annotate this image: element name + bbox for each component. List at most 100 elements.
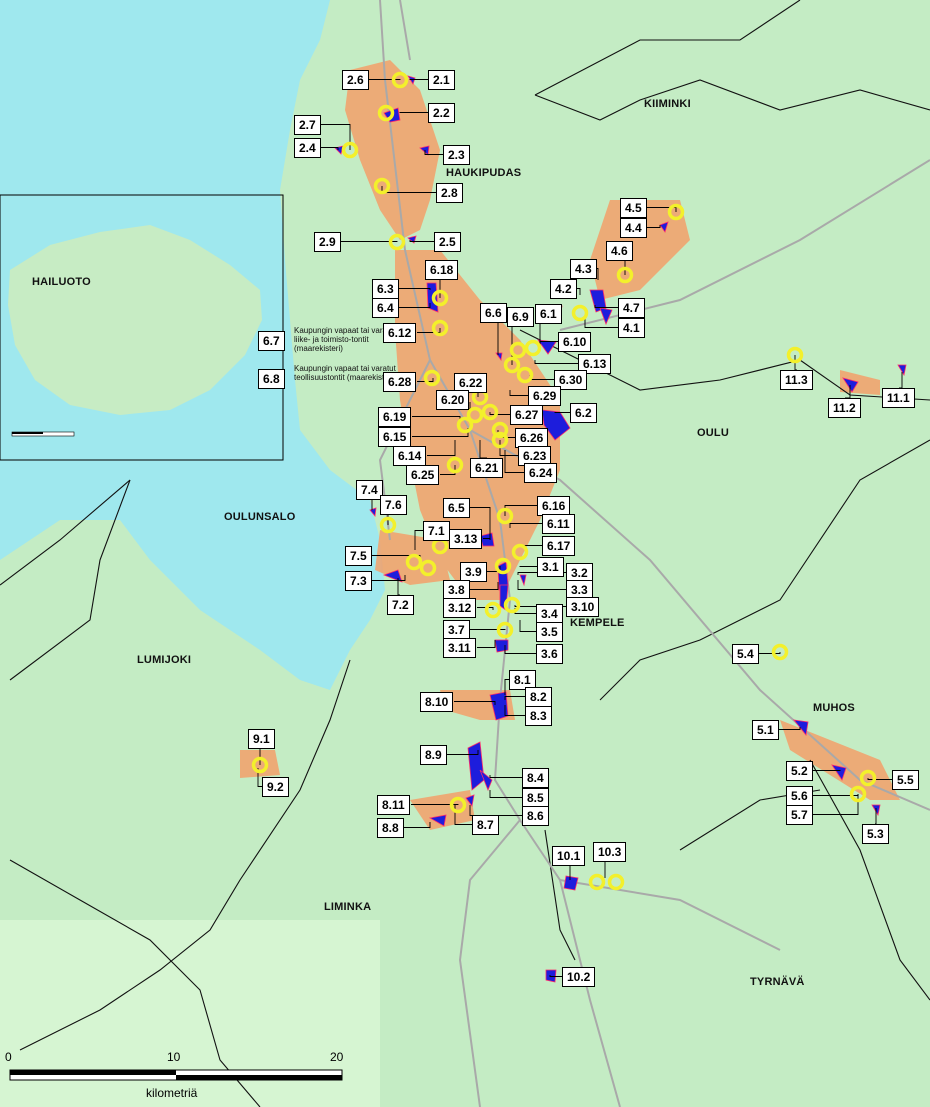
site-label-11-3[interactable]: 11.3 xyxy=(780,370,813,390)
plot-polygon[interactable] xyxy=(563,875,579,891)
label-tyrnava: TYRNÄVÄ xyxy=(750,976,805,988)
site-label-8-6[interactable]: 8.6 xyxy=(522,806,549,826)
site-label-4-2[interactable]: 4.2 xyxy=(550,279,577,299)
site-label-5-3[interactable]: 5.3 xyxy=(862,824,889,844)
legend-code-industrial: 6.8 xyxy=(258,369,285,389)
site-label-6-5[interactable]: 6.5 xyxy=(443,498,470,518)
label-kempele: KEMPELE xyxy=(570,617,625,629)
site-label-6-6[interactable]: 6.6 xyxy=(480,303,507,323)
legend-code-commercial: 6.7 xyxy=(258,331,285,351)
site-label-2-1[interactable]: 2.1 xyxy=(428,70,455,90)
label-oulunsalo: OULUNSALO xyxy=(224,511,296,523)
site-label-3-11[interactable]: 3.11 xyxy=(443,638,476,658)
plot-polygon[interactable] xyxy=(545,969,557,983)
site-label-10-3[interactable]: 10.3 xyxy=(593,842,627,862)
site-label-2-7[interactable]: 2.7 xyxy=(294,115,321,135)
site-label-7-2[interactable]: 7.2 xyxy=(387,595,414,615)
leader-line xyxy=(399,112,428,113)
site-label-4-3[interactable]: 4.3 xyxy=(570,259,597,279)
site-label-4-5[interactable]: 4.5 xyxy=(620,198,647,218)
label-hailuoto: HAILUOTO xyxy=(32,276,91,288)
site-label-2-3[interactable]: 2.3 xyxy=(443,145,470,165)
site-label-6-19[interactable]: 6.19 xyxy=(378,407,412,427)
site-label-7-5[interactable]: 7.5 xyxy=(345,546,372,566)
site-label-6-4[interactable]: 6.4 xyxy=(372,298,399,318)
site-label-7-4[interactable]: 7.4 xyxy=(356,480,383,500)
site-label-10-2[interactable]: 10.2 xyxy=(562,967,596,987)
site-label-5-2[interactable]: 5.2 xyxy=(786,761,813,781)
site-label-2-6[interactable]: 2.6 xyxy=(342,70,369,90)
site-label-8-11[interactable]: 8.11 xyxy=(377,795,410,815)
site-label-3-1[interactable]: 3.1 xyxy=(537,557,564,577)
site-label-6-24[interactable]: 6.24 xyxy=(524,463,558,483)
site-label-8-2[interactable]: 8.2 xyxy=(525,687,552,707)
site-label-2-4[interactable]: 2.4 xyxy=(294,138,321,158)
site-label-6-9[interactable]: 6.9 xyxy=(507,307,534,327)
site-label-9-2[interactable]: 9.2 xyxy=(262,777,289,797)
site-label-5-5[interactable]: 5.5 xyxy=(892,770,919,790)
site-label-6-26[interactable]: 6.26 xyxy=(515,428,549,448)
leader-line xyxy=(519,566,537,567)
site-label-6-20[interactable]: 6.20 xyxy=(436,390,470,410)
label-liminka: LIMINKA xyxy=(324,901,372,913)
site-label-6-21[interactable]: 6.21 xyxy=(470,458,504,478)
site-label-8-3[interactable]: 8.3 xyxy=(525,706,552,726)
site-label-2-9[interactable]: 2.9 xyxy=(314,232,341,252)
site-label-4-1[interactable]: 4.1 xyxy=(618,318,645,338)
site-label-3-7[interactable]: 3.7 xyxy=(443,620,470,640)
site-label-5-1[interactable]: 5.1 xyxy=(752,720,779,740)
site-label-8-10[interactable]: 8.10 xyxy=(420,692,454,712)
scale-tick-10: 10 xyxy=(167,1050,181,1064)
site-label-6-10[interactable]: 6.10 xyxy=(558,332,592,352)
site-label-6-16[interactable]: 6.16 xyxy=(537,496,571,516)
site-label-3-4[interactable]: 3.4 xyxy=(536,604,563,624)
label-haukipudas: HAUKIPUDAS xyxy=(446,167,522,179)
leader-line xyxy=(812,770,841,771)
leader-line xyxy=(409,79,428,80)
site-label-6-29[interactable]: 6.29 xyxy=(528,386,562,406)
label-muhos: MUHOS xyxy=(813,702,855,714)
site-label-8-4[interactable]: 8.4 xyxy=(522,768,549,788)
site-label-8-8[interactable]: 8.8 xyxy=(377,818,404,838)
site-label-6-3[interactable]: 6.3 xyxy=(372,279,399,299)
site-label-5-6[interactable]: 5.6 xyxy=(786,786,813,806)
site-label-4-6[interactable]: 4.6 xyxy=(606,241,633,261)
plot-polygon[interactable] xyxy=(494,639,509,653)
site-label-11-2[interactable]: 11.2 xyxy=(828,398,861,418)
site-label-3-5[interactable]: 3.5 xyxy=(536,622,563,642)
site-label-6-27[interactable]: 6.27 xyxy=(510,405,544,425)
site-label-6-25[interactable]: 6.25 xyxy=(406,465,440,485)
site-label-7-6[interactable]: 7.6 xyxy=(380,495,407,515)
site-label-7-1[interactable]: 7.1 xyxy=(423,521,450,541)
site-label-7-3[interactable]: 7.3 xyxy=(345,571,372,591)
site-label-5-7[interactable]: 5.7 xyxy=(786,805,813,825)
site-label-6-11[interactable]: 6.11 xyxy=(542,514,575,534)
site-label-3-13[interactable]: 3.13 xyxy=(449,529,483,549)
site-label-6-14[interactable]: 6.14 xyxy=(393,446,427,466)
site-label-5-4[interactable]: 5.4 xyxy=(732,644,759,664)
site-label-6-18[interactable]: 6.18 xyxy=(425,260,459,280)
site-label-4-4[interactable]: 4.4 xyxy=(620,218,647,238)
site-label-2-5[interactable]: 2.5 xyxy=(434,232,461,252)
site-label-11-1[interactable]: 11.1 xyxy=(882,388,915,408)
site-label-6-2[interactable]: 6.2 xyxy=(570,403,597,423)
site-label-6-12[interactable]: 6.12 xyxy=(383,323,417,343)
site-label-4-7[interactable]: 4.7 xyxy=(618,298,645,318)
site-label-3-6[interactable]: 3.6 xyxy=(536,644,563,664)
site-label-3-8[interactable]: 3.8 xyxy=(443,580,470,600)
site-label-9-1[interactable]: 9.1 xyxy=(248,729,275,749)
site-label-3-10[interactable]: 3.10 xyxy=(566,597,600,617)
site-label-2-8[interactable]: 2.8 xyxy=(436,183,463,203)
site-label-6-17[interactable]: 6.17 xyxy=(542,536,576,556)
site-label-3-12[interactable]: 3.12 xyxy=(443,598,477,618)
site-label-6-28[interactable]: 6.28 xyxy=(383,372,417,392)
site-label-6-15[interactable]: 6.15 xyxy=(378,427,412,447)
site-label-10-1[interactable]: 10.1 xyxy=(552,846,586,866)
label-lumijoki: LUMIJOKI xyxy=(137,654,192,666)
site-label-6-1[interactable]: 6.1 xyxy=(535,304,562,324)
site-label-8-9[interactable]: 8.9 xyxy=(420,745,447,765)
site-label-3-9[interactable]: 3.9 xyxy=(460,562,487,582)
site-label-8-7[interactable]: 8.7 xyxy=(472,815,499,835)
site-label-2-2[interactable]: 2.2 xyxy=(428,103,455,123)
site-label-8-5[interactable]: 8.5 xyxy=(522,788,549,808)
